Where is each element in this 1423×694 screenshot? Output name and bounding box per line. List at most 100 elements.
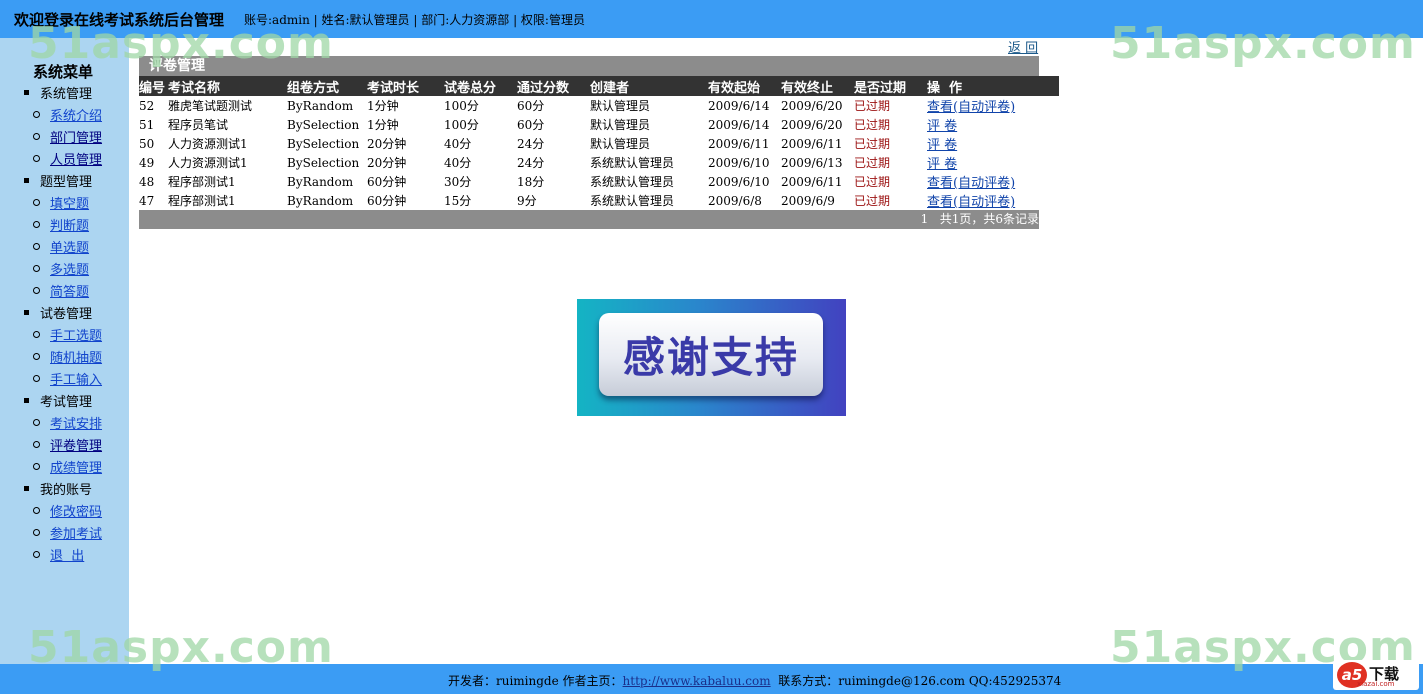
square-bullet-icon — [24, 310, 29, 315]
cell-method: BySelection — [287, 136, 360, 151]
cell-expired: 已过期 — [854, 194, 891, 208]
sidebar-link[interactable]: 退 出 — [50, 549, 84, 564]
view-auto-grade-link[interactable]: 查看(自动评卷) — [927, 176, 1015, 191]
sidebar-link[interactable]: 系统介绍 — [50, 109, 102, 124]
grade-link[interactable]: 评 卷 — [927, 157, 957, 172]
panel-title: 评卷管理 — [139, 56, 1039, 76]
table-header-row: 编号 考试名称 组卷方式 考试时长 试卷总分 通过分数 创建者 有效起始 有效终… — [139, 76, 1059, 96]
cell-pass-score: 24分 — [517, 156, 545, 170]
sidebar-item-short-answer[interactable]: 简答题 — [33, 283, 89, 303]
sidebar-item-department[interactable]: 部门管理 — [33, 129, 102, 149]
sidebar-link[interactable]: 多选题 — [50, 263, 89, 278]
cell-exam-name: 程序部测试1 — [168, 175, 236, 189]
circle-bullet-icon — [33, 243, 40, 250]
column-header: 是否过期 — [854, 76, 927, 96]
cell-action: 评 卷 — [927, 153, 1059, 172]
cell-method: BySelection — [287, 117, 360, 132]
table-row: 50 人力资源测试1 BySelection 20分钟 40分 24分 默认管理… — [139, 134, 1059, 154]
sidebar-item-multi-choice[interactable]: 多选题 — [33, 261, 89, 281]
table-row: 49 人力资源测试1 BySelection 20分钟 40分 24分 系统默认… — [139, 153, 1059, 173]
menu-group-label: 我的账号 — [40, 483, 93, 498]
column-header: 考试名称 — [168, 76, 287, 96]
cell-creator: 默认管理员 — [590, 137, 651, 151]
back-link[interactable]: 返 回 — [1008, 37, 1038, 56]
cell-expired: 已过期 — [854, 175, 891, 189]
sidebar-item-manual-select[interactable]: 手工选题 — [33, 327, 102, 347]
pager-text: 1 共1页，共6条记录 — [920, 212, 1039, 226]
cell-duration: 20分钟 — [367, 137, 407, 151]
sidebar-link[interactable]: 填空题 — [50, 197, 89, 212]
sidebar-link[interactable]: 修改密码 — [50, 505, 102, 520]
sidebar-item-single-choice[interactable]: 单选题 — [33, 239, 89, 259]
cell-total-score: 100分 — [444, 99, 479, 113]
cell-duration: 20分钟 — [367, 156, 407, 170]
sidebar-link[interactable]: 部门管理 — [50, 131, 102, 146]
sidebar-item-logout[interactable]: 退 出 — [33, 547, 84, 567]
cell-end-date: 2009/6/11 — [781, 136, 843, 151]
cell-total-score: 40分 — [444, 156, 472, 170]
sidebar-item-manual-input[interactable]: 手工输入 — [33, 371, 102, 391]
square-bullet-icon — [24, 398, 29, 403]
cell-total-score: 100分 — [444, 118, 479, 132]
sidebar-link[interactable]: 成绩管理 — [50, 461, 102, 476]
sidebar-link[interactable]: 参加考试 — [50, 527, 102, 542]
cell-end-date: 2009/6/9 — [781, 193, 835, 208]
sidebar-item-exam-schedule[interactable]: 考试安排 — [33, 415, 102, 435]
circle-bullet-icon — [33, 529, 40, 536]
circle-bullet-icon — [33, 507, 40, 514]
cell-pass-score: 60分 — [517, 99, 545, 113]
table-row: 48 程序部测试1 ByRandom 60分钟 30分 18分 系统默认管理员 … — [139, 172, 1059, 192]
circle-bullet-icon — [33, 331, 40, 338]
cell-id: 51 — [139, 117, 155, 132]
thanks-banner: 感谢支持 — [577, 299, 846, 416]
circle-bullet-icon — [33, 353, 40, 360]
column-header: 编号 — [139, 76, 168, 96]
menu-group-label: 考试管理 — [40, 395, 93, 410]
cell-duration: 1分钟 — [367, 118, 399, 132]
menu-group-system: 系统管理 — [24, 85, 92, 105]
sidebar-item-personnel[interactable]: 人员管理 — [33, 151, 102, 171]
cell-creator: 系统默认管理员 — [590, 156, 675, 170]
menu-group-papers: 试卷管理 — [24, 305, 92, 325]
sidebar-link[interactable]: 手工选题 — [50, 329, 102, 344]
circle-bullet-icon — [33, 287, 40, 294]
grade-link[interactable]: 评 卷 — [927, 138, 957, 153]
sidebar-link[interactable]: 随机抽题 — [50, 351, 102, 366]
sidebar-link[interactable]: 考试安排 — [50, 417, 102, 432]
sidebar-link[interactable]: 单选题 — [50, 241, 89, 256]
sidebar-item-scores[interactable]: 成绩管理 — [33, 459, 102, 479]
column-header: 试卷总分 — [444, 76, 517, 96]
sidebar-item-take-exam[interactable]: 参加考试 — [33, 525, 102, 545]
sidebar-item-fill-blank[interactable]: 填空题 — [33, 195, 89, 215]
a5-logo-subtext: xiazai.com — [1357, 680, 1395, 688]
table-row: 47 程序部测试1 ByRandom 60分钟 15分 9分 系统默认管理员 2… — [139, 191, 1059, 211]
sidebar-item-change-password[interactable]: 修改密码 — [33, 503, 102, 523]
sidebar-item-grading[interactable]: 评卷管理 — [33, 437, 102, 457]
sidebar-link[interactable]: 手工输入 — [50, 373, 102, 388]
menu-group-account: 我的账号 — [24, 481, 92, 501]
cell-expired: 已过期 — [854, 118, 891, 132]
homepage-link[interactable]: http://www.kabaluu.com — [623, 674, 771, 688]
circle-bullet-icon — [33, 133, 40, 140]
sidebar-link[interactable]: 评卷管理 — [50, 439, 102, 454]
cell-pass-score: 60分 — [517, 118, 545, 132]
view-auto-grade-link[interactable]: 查看(自动评卷) — [927, 195, 1015, 210]
sidebar-item-true-false[interactable]: 判断题 — [33, 217, 89, 237]
square-bullet-icon — [24, 90, 29, 95]
sidebar-link[interactable]: 简答题 — [50, 285, 89, 300]
sidebar-item-system-intro[interactable]: 系统介绍 — [33, 107, 102, 127]
sidebar-link[interactable]: 判断题 — [50, 219, 89, 234]
cell-pass-score: 24分 — [517, 137, 545, 151]
grade-link[interactable]: 评 卷 — [927, 119, 957, 134]
column-header: 组卷方式 — [287, 76, 367, 96]
cell-end-date: 2009/6/20 — [781, 117, 843, 132]
cell-action: 查看(自动评卷) — [927, 172, 1059, 191]
cell-total-score: 40分 — [444, 137, 472, 151]
sidebar-item-random-draw[interactable]: 随机抽题 — [33, 349, 102, 369]
sidebar-link[interactable]: 人员管理 — [50, 153, 102, 168]
view-auto-grade-link[interactable]: 查看(自动评卷) — [927, 100, 1015, 115]
cell-action: 评 卷 — [927, 115, 1059, 134]
footer-developer: 开发者：ruimingde 作者主页： — [448, 674, 623, 688]
cell-expired: 已过期 — [854, 156, 891, 170]
cell-exam-name: 人力资源测试1 — [168, 137, 248, 151]
